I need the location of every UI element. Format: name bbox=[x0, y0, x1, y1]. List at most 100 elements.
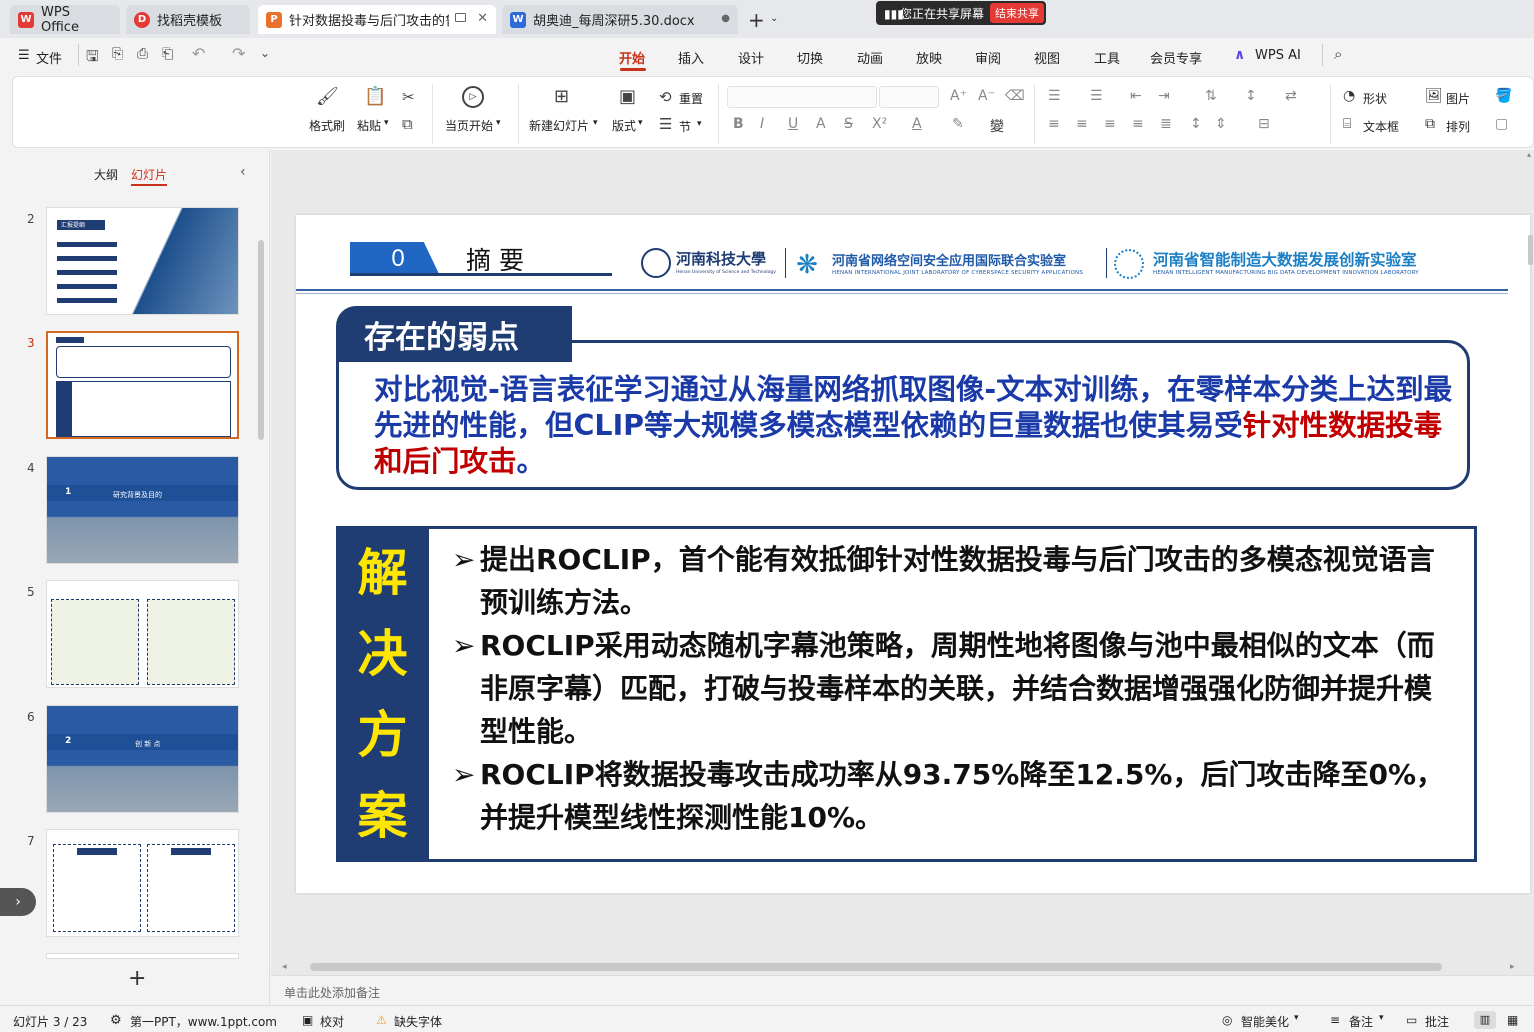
new-tab-icon[interactable]: + bbox=[748, 8, 765, 32]
undo-icon[interactable]: ↶ bbox=[192, 44, 205, 63]
font-color-icon[interactable]: A bbox=[912, 116, 922, 132]
column-spacing-icon[interactable]: ↕ bbox=[1190, 116, 1202, 132]
textbox-button[interactable]: 文本框 bbox=[1363, 118, 1399, 135]
proof-button[interactable]: 校对 bbox=[320, 1013, 344, 1030]
missing-font-button[interactable]: 缺失字体 bbox=[394, 1013, 442, 1030]
highlight-icon[interactable]: ✎ bbox=[952, 116, 964, 132]
menu-member[interactable]: 会员专享 bbox=[1150, 48, 1202, 67]
panel-scrollbar[interactable] bbox=[258, 240, 264, 440]
slide-thumbnail-7[interactable] bbox=[46, 829, 239, 937]
cut-icon[interactable]: ✂ bbox=[402, 88, 415, 106]
slide-thumbnail-3-selected[interactable] bbox=[46, 331, 239, 439]
chevron-down-icon[interactable]: ▾ bbox=[697, 119, 702, 129]
more-chevron-icon[interactable]: ⌄ bbox=[260, 46, 270, 60]
text-direction-icon[interactable]: ⇅ bbox=[1205, 88, 1217, 104]
tab-docx-document[interactable]: W 胡奥迪_每周深研5.30.docx ● bbox=[502, 5, 738, 34]
italic-icon[interactable]: I bbox=[760, 116, 764, 132]
add-slide-icon[interactable]: + bbox=[128, 966, 146, 991]
shape-button[interactable]: 形状 bbox=[1363, 90, 1387, 107]
decrease-indent-icon[interactable]: ⇤ bbox=[1130, 88, 1142, 104]
slide-thumbnail-8-partial[interactable] bbox=[46, 953, 239, 959]
line-spacing-icon[interactable]: ↕ bbox=[1245, 88, 1257, 104]
clear-format-icon[interactable]: ⌫ bbox=[1005, 88, 1025, 104]
phonetic-icon[interactable]: 變 bbox=[990, 116, 1004, 136]
slide[interactable]: 0 摘 要 河南科技大學 Henan University of Science… bbox=[296, 215, 1530, 893]
columns-icon[interactable]: ⊟ bbox=[1258, 116, 1270, 132]
scroll-left-icon[interactable]: ◂ bbox=[282, 962, 287, 972]
menu-transition[interactable]: 切换 bbox=[797, 48, 823, 67]
increase-font-icon[interactable]: A⁺ bbox=[950, 88, 967, 104]
format-painter-button[interactable]: 格式刷 bbox=[309, 117, 345, 134]
paste-chevron-icon[interactable]: ▾ bbox=[384, 118, 389, 128]
redo-icon[interactable]: ↷ bbox=[232, 44, 245, 63]
screen-icon[interactable] bbox=[455, 13, 466, 22]
outline-icon[interactable]: ▢ bbox=[1495, 116, 1508, 132]
slide-sorter-icon[interactable]: ▦ bbox=[1507, 1013, 1518, 1027]
fill-icon[interactable]: 🪣 bbox=[1495, 88, 1512, 104]
notes-toggle[interactable]: 备注 bbox=[1349, 1013, 1373, 1030]
decrease-font-icon[interactable]: A⁻ bbox=[978, 88, 995, 104]
theme-name[interactable]: 第一PPT，www.1ppt.com bbox=[130, 1013, 277, 1030]
menu-home[interactable]: 开始 bbox=[619, 48, 645, 67]
align-center-icon[interactable]: ≡ bbox=[1076, 116, 1088, 132]
beautify-button[interactable]: 智能美化 bbox=[1241, 1013, 1289, 1030]
increase-indent-icon[interactable]: ⇥ bbox=[1158, 88, 1170, 104]
hamburger-icon[interactable]: ☰ bbox=[18, 48, 30, 63]
arrange-button[interactable]: 排列 bbox=[1446, 118, 1470, 135]
chevron-down-icon[interactable]: ▾ bbox=[496, 118, 501, 128]
chevron-down-icon[interactable]: ▾ bbox=[1379, 1013, 1384, 1023]
layout-icon[interactable]: ▣ bbox=[619, 86, 636, 107]
chevron-down-icon[interactable]: ▾ bbox=[638, 118, 643, 128]
save-icon[interactable]: 🖫 bbox=[86, 46, 99, 71]
picture-icon[interactable]: 🖼 bbox=[1425, 88, 1443, 104]
paste-button[interactable]: 粘贴 bbox=[357, 117, 381, 134]
format-painter-icon[interactable]: 🖌 bbox=[316, 86, 339, 107]
paste-icon[interactable]: 📋 bbox=[364, 86, 386, 107]
comments-toggle[interactable]: 批注 bbox=[1425, 1013, 1449, 1030]
justify-icon[interactable]: ≡ bbox=[1132, 116, 1144, 132]
shape-icon[interactable]: ◔ bbox=[1343, 88, 1355, 104]
outline-tab[interactable]: 大纲 bbox=[94, 166, 118, 183]
bullet-list-icon[interactable]: ☰ bbox=[1048, 88, 1061, 104]
paragraph-spacing-icon[interactable]: ⇕ bbox=[1215, 116, 1227, 132]
menu-animation[interactable]: 动画 bbox=[857, 48, 883, 67]
new-slide-icon[interactable]: ⊞ bbox=[554, 86, 569, 107]
share-link-icon[interactable]: ⎘ bbox=[112, 46, 123, 62]
menu-slideshow[interactable]: 放映 bbox=[916, 48, 942, 67]
menu-file[interactable]: 文件 bbox=[36, 48, 62, 67]
tab-wps-office[interactable]: W WPS Office bbox=[10, 5, 120, 35]
section-button[interactable]: 节 bbox=[679, 118, 691, 135]
close-tab-icon[interactable]: ✕ bbox=[477, 11, 488, 26]
vertical-scrollbar[interactable] bbox=[1528, 235, 1533, 265]
slide-thumbnail-4[interactable]: 1 研究背景及目的 bbox=[46, 456, 239, 564]
font-family-select[interactable] bbox=[727, 86, 877, 108]
unsaved-dot-icon[interactable]: ● bbox=[721, 13, 730, 24]
chevron-down-icon[interactable]: ▾ bbox=[1294, 1013, 1299, 1023]
search-icon[interactable]: ⌕ bbox=[1334, 45, 1342, 63]
slide-thumbnail-5[interactable] bbox=[46, 580, 239, 688]
layout-button[interactable]: 版式 bbox=[612, 117, 636, 134]
strikethrough-icon[interactable]: S bbox=[844, 116, 853, 132]
bold-icon[interactable]: B bbox=[733, 116, 744, 132]
collapse-panel-icon[interactable]: ‹ bbox=[240, 164, 246, 180]
notes-placeholder[interactable]: 单击此处添加备注 bbox=[284, 984, 380, 1001]
print-icon[interactable]: ⎙ bbox=[137, 46, 148, 62]
scroll-right-icon[interactable]: ▸ bbox=[1510, 962, 1515, 972]
tab-docer-templates[interactable]: D 找稻壳模板 bbox=[126, 5, 250, 34]
slide-thumbnail-6[interactable]: 2 创 新 点 bbox=[46, 705, 239, 813]
expand-arrow-button[interactable]: › bbox=[0, 888, 36, 916]
font-size-select[interactable] bbox=[879, 86, 939, 108]
normal-view-icon[interactable]: ▥ bbox=[1474, 1011, 1496, 1029]
menu-view[interactable]: 视图 bbox=[1034, 48, 1060, 67]
align-right-icon[interactable]: ≡ bbox=[1104, 116, 1116, 132]
print-preview-icon[interactable]: ⎗ bbox=[162, 46, 173, 62]
underline-icon[interactable]: U bbox=[788, 116, 798, 132]
end-share-button[interactable]: 结束共享 bbox=[990, 3, 1045, 23]
numbered-list-icon[interactable]: ☰ bbox=[1090, 88, 1103, 104]
new-slide-button[interactable]: 新建幻灯片 bbox=[529, 117, 589, 134]
reset-icon[interactable]: ⟲ bbox=[659, 88, 672, 106]
menu-design[interactable]: 设计 bbox=[738, 48, 764, 67]
chevron-down-icon[interactable]: ▾ bbox=[593, 118, 598, 128]
notes-pane[interactable]: 单击此处添加备注 bbox=[271, 975, 1534, 1005]
tab-current-presentation[interactable]: P 针对数据投毒与后门攻击的鲁 ✕ bbox=[258, 5, 496, 34]
